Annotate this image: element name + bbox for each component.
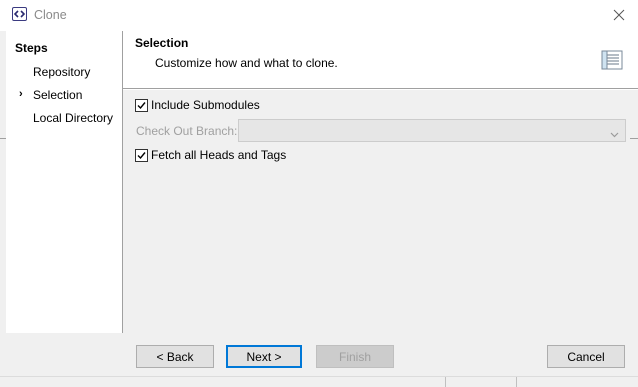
back-button[interactable]: < Back: [136, 345, 214, 368]
bottom-divider: [0, 376, 638, 377]
checkbox-checked-icon[interactable]: [135, 148, 148, 162]
step-item-local-directory: Local Directory: [33, 111, 114, 125]
right-edge-divider: [630, 138, 638, 160]
page-description: Customize how and what to clone.: [155, 56, 338, 70]
fetch-all-checkbox[interactable]: Fetch all Heads and Tags: [135, 147, 286, 163]
next-button[interactable]: Next >: [226, 345, 302, 368]
step-item-repository: Repository: [33, 65, 91, 79]
close-icon[interactable]: [612, 8, 626, 22]
finish-button[interactable]: Finish: [316, 345, 394, 368]
wizard-banner-icon: [601, 50, 623, 73]
page-title: Selection: [135, 36, 189, 50]
current-step-chevron-icon: ›: [19, 88, 23, 100]
checkout-branch-select[interactable]: [238, 119, 626, 142]
include-submodules-label: Include Submodules: [151, 98, 260, 112]
cancel-button[interactable]: Cancel: [547, 345, 625, 368]
title-bar: Clone: [0, 0, 638, 31]
checkout-branch-label: Check Out Branch:: [136, 124, 238, 138]
wizard-header: Selection Customize how and what to clon…: [123, 31, 638, 88]
background-tab: [445, 377, 517, 387]
steps-title: Steps: [15, 41, 48, 55]
chevron-down-icon: [610, 127, 619, 141]
steps-panel: Steps Repository › Selection Local Direc…: [6, 31, 123, 333]
header-separator: [123, 88, 638, 90]
eclipse-icon: [12, 7, 27, 21]
include-submodules-checkbox[interactable]: Include Submodules: [135, 97, 260, 113]
checkbox-checked-icon[interactable]: [135, 98, 148, 112]
fetch-all-label: Fetch all Heads and Tags: [151, 148, 287, 162]
step-item-selection: Selection: [33, 88, 83, 102]
window-title: Clone: [34, 8, 67, 22]
